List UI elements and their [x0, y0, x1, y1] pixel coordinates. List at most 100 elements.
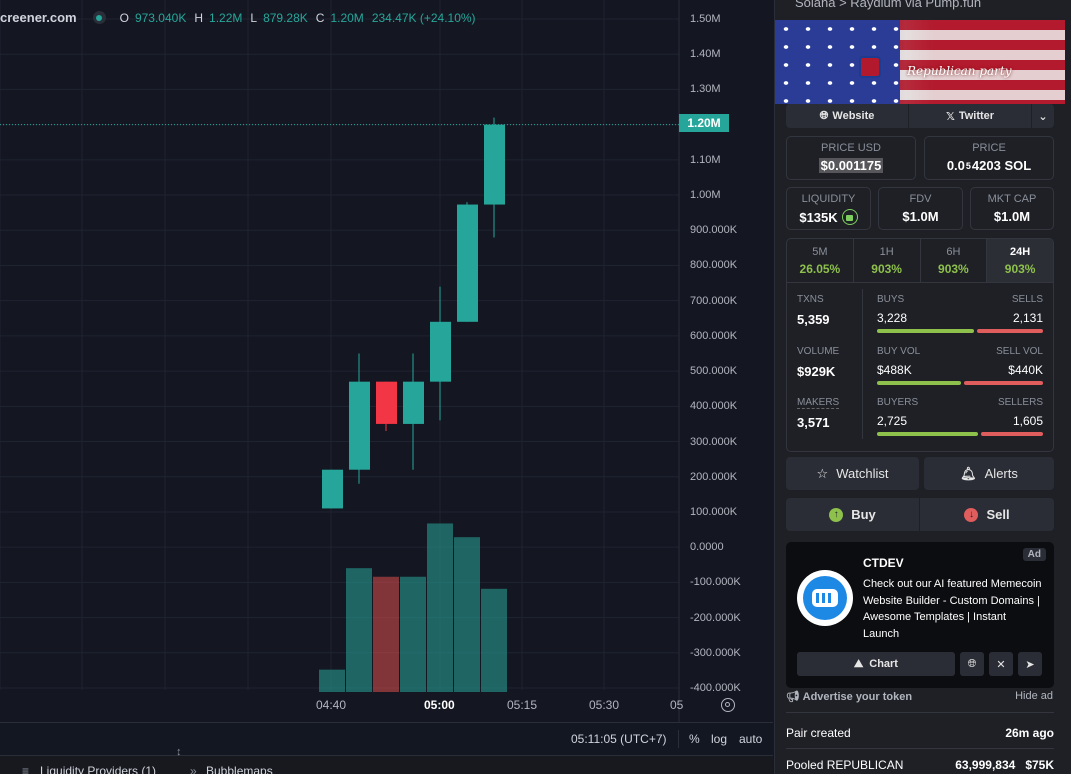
elephant-logo-icon [859, 56, 881, 78]
current-price-label: 1.20M [679, 114, 729, 132]
menu-icon: ≡ [22, 764, 30, 774]
bell-icon: 🔔︎ [960, 465, 977, 481]
tab-5m[interactable]: 5M 26.05% [787, 239, 854, 282]
time-tick: 05:00 [424, 698, 455, 712]
pair-created-label: Pair created [786, 726, 851, 740]
x-icon[interactable]: ✕ [989, 652, 1013, 676]
sellers-label: SELLERS [997, 397, 1043, 408]
auto-toggle[interactable]: auto [739, 732, 762, 746]
watchlist-label: Watchlist [836, 466, 889, 481]
sells-bar [977, 329, 1043, 333]
x-icon: 𝕏 [945, 110, 955, 123]
tab-1h[interactable]: 1H 903% [854, 239, 921, 282]
tab-6h[interactable]: 6H 903% [921, 239, 988, 282]
tab-pct: 903% [938, 261, 969, 276]
website-button[interactable]: 🌐︎ Website [786, 104, 909, 128]
token-banner: Republican party [775, 20, 1065, 104]
tab-bubblemaps[interactable]: Bubblemaps [206, 764, 273, 774]
buy-button[interactable]: ↑ Buy [786, 498, 919, 531]
chevron-down-icon[interactable]: ⌄ [1032, 104, 1054, 128]
chart-canvas[interactable] [0, 0, 773, 722]
volume-bar [481, 588, 507, 692]
tab-label: 24H [1010, 245, 1031, 258]
pair-created-value: 26m ago [1005, 726, 1054, 740]
high-label: H [194, 10, 204, 25]
banner-stripes [895, 20, 1065, 104]
volume-bar [346, 568, 372, 692]
volume-bar [319, 669, 345, 692]
high-value: 1.22M [209, 10, 243, 25]
ad-card[interactable]: CTDEV Ad Check out our AI featured Memec… [786, 542, 1054, 688]
resize-handle-icon[interactable]: ↕ [176, 746, 182, 758]
log-toggle[interactable]: log [711, 732, 727, 746]
stats-box: 5M 26.05% 1H 903% 6H 903% 24H 903% TXNS 5,35… [786, 238, 1054, 452]
tab-24h[interactable]: 24H 903% [987, 239, 1053, 282]
telegram-icon[interactable]: ➤ [1018, 652, 1042, 676]
sellvol-value: $440K [1008, 363, 1043, 377]
alerts-button[interactable]: 🔔︎ Alerts [924, 457, 1054, 490]
price-sol-card: PRICE 0.0 5 4203 SOL [924, 136, 1054, 180]
price-chart[interactable]: creener.com O 973.040K H 1.22M L 879.28K C1… [0, 0, 773, 722]
change-value: 234.47K (+24.10%) [371, 10, 476, 25]
chain-breadcrumb[interactable]: Solana > Raydium via Pump.fun [795, 0, 981, 10]
open-value: 973.040K [134, 10, 187, 25]
mktcap-label: MKT CAP [987, 193, 1037, 205]
globe-icon[interactable]: 🌐︎ [960, 652, 984, 676]
trade-stats: TXNS 5,359 BUYS 3,228 SELLS 2,131 VOLUME… [787, 283, 1053, 451]
watchlist-button[interactable]: ☆ Watchlist [786, 457, 919, 490]
advertise-link[interactable]: 📢︎ Advertise your token [786, 690, 912, 703]
time-tick: 05:15 [507, 698, 538, 712]
arrow-up-icon: ↑ [829, 507, 844, 522]
tab-pct: 26.05% [799, 261, 841, 276]
price-tick: 1.10M [690, 153, 721, 166]
megaphone-icon: 📢︎ [786, 691, 803, 703]
tab-label: 5M [812, 245, 828, 258]
twitter-button[interactable]: 𝕏 Twitter [909, 104, 1032, 128]
candle-body [484, 124, 505, 205]
candle-body [403, 381, 424, 424]
percent-toggle[interactable]: % [689, 732, 700, 746]
bottom-tabs: ↕ ≡ Liquidity Providers (1) » Bubblemaps [0, 746, 773, 774]
price-usd-label: PRICE USD [821, 142, 881, 154]
alerts-label: Alerts [984, 466, 1018, 481]
tab-pct: 903% [1004, 261, 1036, 276]
time-tick: 05:30 [589, 698, 620, 712]
ad-chart-button[interactable]: ⛰︎ Chart [797, 652, 955, 676]
token-info-panel: Solana > Raydium via Pump.fun Republican… [774, 0, 1071, 774]
ohlc-legend: creener.com O 973.040K H 1.22M L 879.28K C1… [0, 10, 478, 25]
volume-bar [427, 523, 453, 692]
axis-settings-icon[interactable] [721, 698, 735, 712]
price-tick: 1.30M [690, 83, 721, 96]
pooled-label: Pooled REPUBLICAN [786, 758, 904, 772]
price-tick: 400.000K [690, 400, 738, 413]
candle-body [430, 321, 451, 382]
close-label: C [315, 10, 325, 25]
advertise-label: Advertise your token [802, 691, 913, 703]
buy-label: Buy [851, 507, 876, 522]
star-icon: ☆ [816, 465, 829, 481]
timeframe-tabs: 5M 26.05% 1H 903% 6H 903% 24H 903% [787, 239, 1053, 283]
tab-label: 6H [946, 245, 961, 258]
price-usd-value: $0.001175 [818, 158, 884, 173]
makers-value: 3,571 [797, 415, 830, 430]
site-name: creener.com [0, 10, 77, 25]
price-tick: 900.000K [690, 224, 738, 237]
price-tick: 0.0000 [690, 541, 724, 554]
visibility-dot-icon[interactable] [92, 11, 106, 24]
hide-ad-link[interactable]: Hide ad [1015, 690, 1053, 702]
price-usd-card: PRICE USD $0.001175 [786, 136, 916, 180]
sell-button[interactable]: ↓ Sell [920, 498, 1054, 531]
lock-icon[interactable] [841, 209, 858, 225]
tab-liquidity-providers[interactable]: Liquidity Providers (1) [40, 764, 156, 774]
liquidity-label: LIQUIDITY [801, 193, 856, 205]
timezone-label[interactable]: 05:11:05 (UTC+7) [571, 732, 667, 746]
mktcap-value: $1.0M [993, 209, 1031, 224]
app-root: creener.com O 973.040K H 1.22M L 879.28K C1… [0, 0, 1071, 774]
pooled-usd: $75K [1025, 758, 1054, 772]
time-tick: 04:40 [316, 698, 347, 712]
sells-label: SELLS [1011, 294, 1043, 305]
volume-bar [400, 576, 426, 692]
tab-label: 1H [879, 245, 894, 258]
divider [862, 289, 863, 439]
ad-chart-label: Chart [869, 658, 898, 670]
